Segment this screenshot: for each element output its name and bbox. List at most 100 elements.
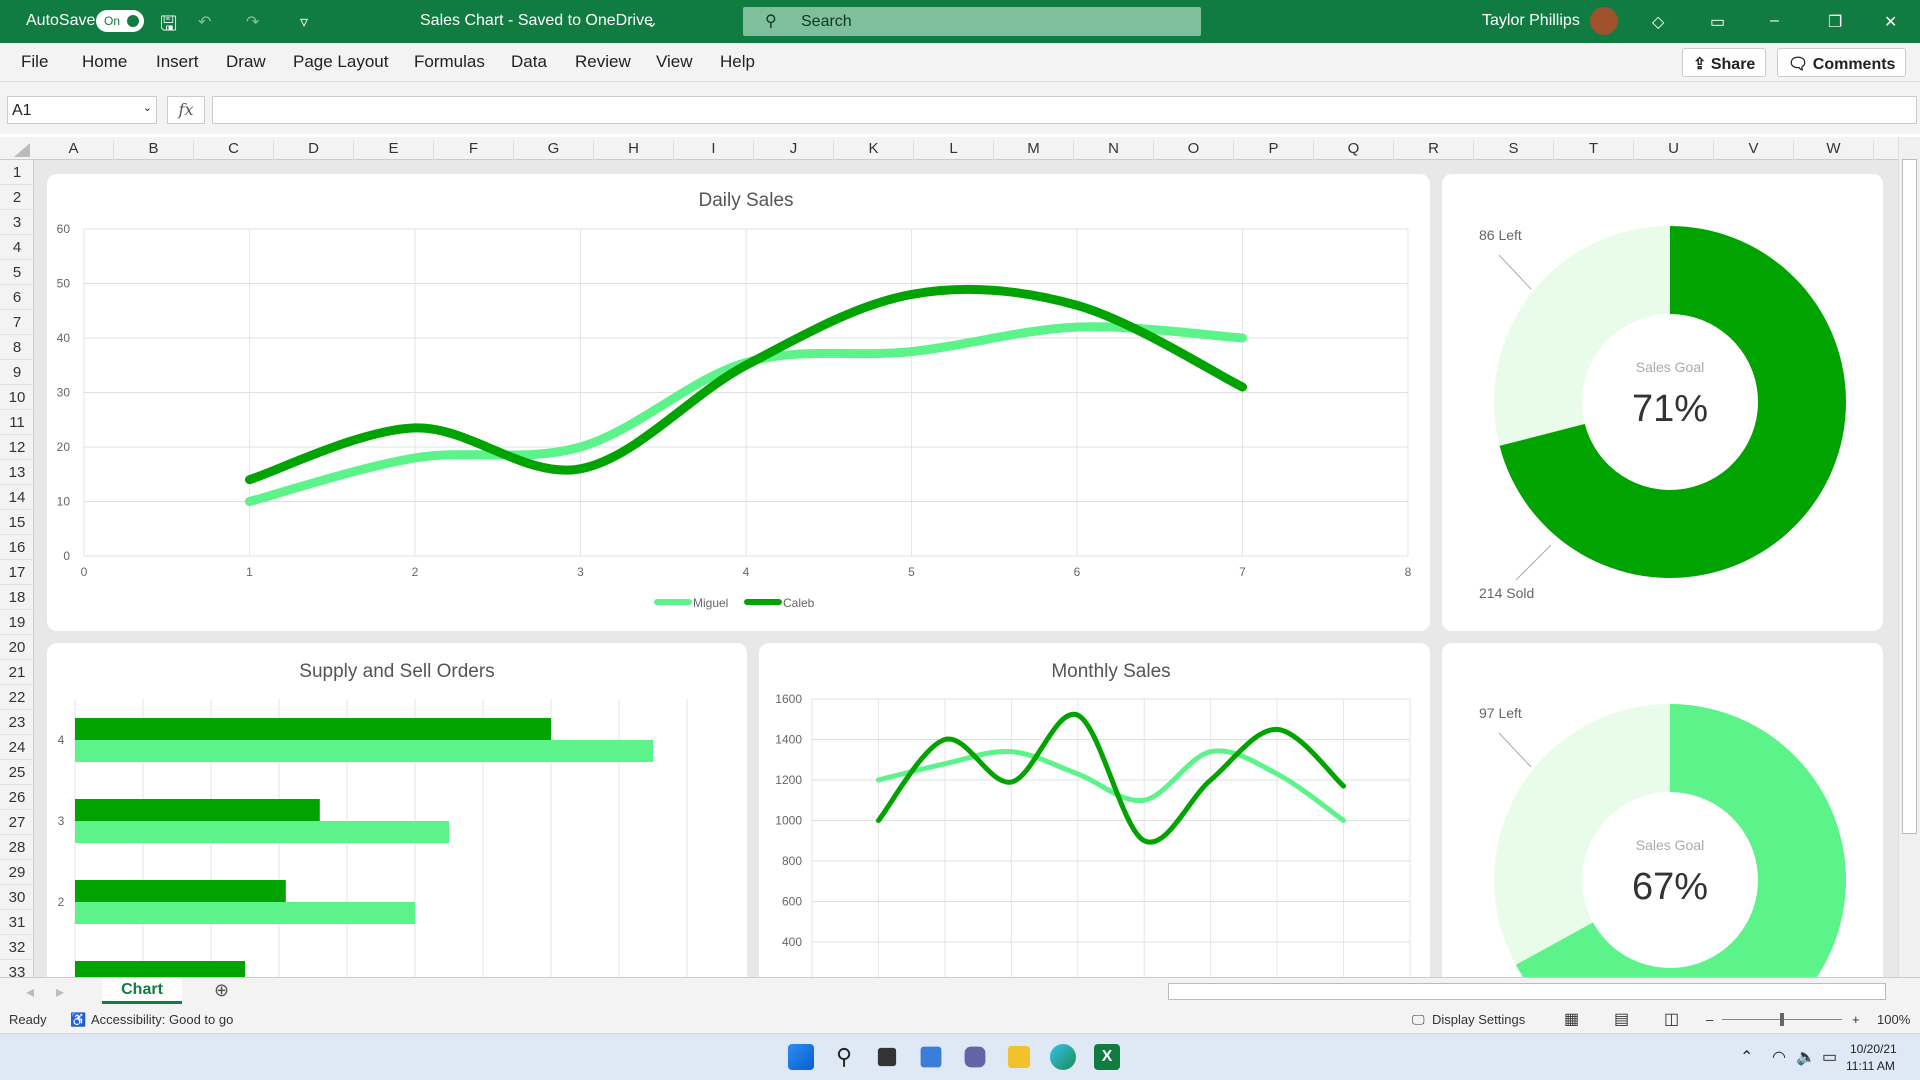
tab-formulas[interactable]: Formulas bbox=[414, 52, 485, 72]
tab-home[interactable]: Home bbox=[82, 52, 127, 72]
autosave-toggle[interactable]: On bbox=[96, 10, 144, 32]
row-header[interactable]: 6 bbox=[0, 285, 33, 310]
search-taskbar-icon[interactable]: ⚲ bbox=[831, 1044, 857, 1070]
row-header[interactable]: 13 bbox=[0, 460, 33, 485]
page-layout-view-icon[interactable]: ▤ bbox=[1614, 1009, 1629, 1029]
next-sheet-icon[interactable]: ▸ bbox=[56, 982, 64, 1002]
row-header[interactable]: 29 bbox=[0, 860, 33, 885]
row-header[interactable]: 22 bbox=[0, 685, 33, 710]
column-header[interactable]: E bbox=[354, 140, 434, 160]
title-chevron-down-icon[interactable]: ⌄ bbox=[645, 12, 658, 32]
column-header[interactable]: L bbox=[914, 140, 994, 160]
row-header[interactable]: 9 bbox=[0, 360, 33, 385]
row-header[interactable]: 32 bbox=[0, 935, 33, 960]
windows-start-icon[interactable] bbox=[788, 1044, 814, 1070]
row-header[interactable]: 8 bbox=[0, 335, 33, 360]
name-box[interactable]: A1 ⌄ bbox=[7, 96, 157, 124]
clock-time[interactable]: 11:11 AM bbox=[1846, 1059, 1895, 1073]
monthly-sales-chart[interactable]: Monthly Sales 400 600 800 1000 1200 1400 1600 bbox=[759, 643, 1430, 977]
redo-icon[interactable]: ↷ bbox=[246, 12, 259, 32]
vertical-scrollbar[interactable] bbox=[1898, 137, 1920, 977]
sheet-tab-chart[interactable]: Chart bbox=[102, 978, 182, 1004]
zoom-out-icon[interactable]: – bbox=[1706, 1012, 1713, 1027]
add-sheet-icon[interactable]: ⊕ bbox=[214, 980, 229, 1001]
teams-chat-icon[interactable] bbox=[964, 1046, 986, 1068]
wifi-icon[interactable]: ◠ bbox=[1772, 1047, 1786, 1067]
widgets-icon[interactable] bbox=[920, 1046, 942, 1068]
customize-toolbar-icon[interactable]: ▿ bbox=[300, 12, 308, 32]
column-header[interactable]: S bbox=[1474, 140, 1554, 160]
row-header[interactable]: 18 bbox=[0, 585, 33, 610]
column-header[interactable]: U bbox=[1634, 140, 1714, 160]
share-button[interactable]: ⇪ Share bbox=[1682, 48, 1767, 77]
column-header[interactable]: R bbox=[1394, 140, 1474, 160]
premium-diamond-icon[interactable]: ◇ bbox=[1652, 12, 1664, 32]
task-view-icon[interactable] bbox=[877, 1047, 897, 1067]
column-header[interactable]: I bbox=[674, 140, 754, 160]
row-header[interactable]: 24 bbox=[0, 735, 33, 760]
row-header[interactable]: 33 bbox=[0, 960, 33, 977]
column-header[interactable]: A bbox=[34, 140, 114, 160]
column-header[interactable]: V bbox=[1714, 140, 1794, 160]
close-icon[interactable]: ✕ bbox=[1884, 12, 1897, 32]
row-header[interactable]: 12 bbox=[0, 435, 33, 460]
file-explorer-icon[interactable] bbox=[1007, 1045, 1031, 1069]
column-header[interactable]: K bbox=[834, 140, 914, 160]
undo-icon[interactable]: ↶ bbox=[198, 12, 211, 32]
row-header[interactable]: 1 bbox=[0, 160, 33, 185]
tab-data[interactable]: Data bbox=[511, 52, 547, 72]
row-header[interactable]: 15 bbox=[0, 510, 33, 535]
row-header[interactable]: 10 bbox=[0, 385, 33, 410]
comments-button[interactable]: 🗨 Comments bbox=[1777, 48, 1907, 77]
row-header[interactable]: 30 bbox=[0, 885, 33, 910]
scroll-thumb[interactable] bbox=[1902, 159, 1917, 834]
clock-date[interactable]: 10/20/21 bbox=[1850, 1042, 1897, 1056]
row-header[interactable]: 28 bbox=[0, 835, 33, 860]
column-header[interactable]: H bbox=[594, 140, 674, 160]
supply-sell-orders-chart[interactable]: Supply and Sell Orders4321 bbox=[47, 643, 747, 977]
tab-draw[interactable]: Draw bbox=[226, 52, 266, 72]
column-header[interactable]: J bbox=[754, 140, 834, 160]
horizontal-scrollbar[interactable] bbox=[1168, 983, 1886, 1000]
column-header[interactable]: M bbox=[994, 140, 1074, 160]
row-header[interactable]: 27 bbox=[0, 810, 33, 835]
column-header[interactable]: O bbox=[1154, 140, 1234, 160]
row-header[interactable]: 5 bbox=[0, 260, 33, 285]
column-header[interactable]: G bbox=[514, 140, 594, 160]
row-header[interactable]: 4 bbox=[0, 235, 33, 260]
ribbon-display-icon[interactable]: ▭ bbox=[1710, 12, 1725, 32]
row-header[interactable]: 11 bbox=[0, 410, 33, 435]
tab-file[interactable]: File bbox=[21, 52, 48, 72]
daily-sales-chart[interactable]: Daily Sales 0 1 2 3 4 5 6 7 8 0 10 20 30 40 50 60 Miguel C… bbox=[47, 174, 1430, 631]
avatar[interactable] bbox=[1590, 7, 1618, 35]
column-header[interactable]: W bbox=[1794, 140, 1874, 160]
page-break-view-icon[interactable]: ◫ bbox=[1664, 1009, 1679, 1029]
edge-browser-icon[interactable] bbox=[1050, 1044, 1076, 1070]
column-header[interactable]: N bbox=[1074, 140, 1154, 160]
zoom-level[interactable]: 100% bbox=[1877, 1012, 1910, 1027]
user-name[interactable]: Taylor Phillips bbox=[1482, 12, 1580, 30]
tab-review[interactable]: Review bbox=[575, 52, 631, 72]
row-header[interactable]: 20 bbox=[0, 635, 33, 660]
sales-goal-donut-2[interactable]: 97 Left Sales Goal 67% bbox=[1442, 643, 1883, 977]
column-header[interactable]: Q bbox=[1314, 140, 1394, 160]
row-header[interactable]: 7 bbox=[0, 310, 33, 335]
document-title[interactable]: Sales Chart - Saved to OneDrive bbox=[420, 12, 653, 30]
row-header[interactable]: 3 bbox=[0, 210, 33, 235]
zoom-slider[interactable] bbox=[1722, 1013, 1842, 1026]
formula-input[interactable] bbox=[212, 96, 1917, 124]
row-header[interactable]: 2 bbox=[0, 185, 33, 210]
save-icon[interactable]: 🖫 bbox=[160, 9, 177, 43]
row-header[interactable]: 23 bbox=[0, 710, 33, 735]
tab-insert[interactable]: Insert bbox=[156, 52, 199, 72]
excel-taskbar-icon[interactable]: X bbox=[1094, 1044, 1120, 1070]
tab-view[interactable]: View bbox=[656, 52, 693, 72]
row-header[interactable]: 19 bbox=[0, 610, 33, 635]
prev-sheet-icon[interactable]: ◂ bbox=[26, 982, 34, 1002]
row-header[interactable]: 25 bbox=[0, 760, 33, 785]
row-header[interactable]: 16 bbox=[0, 535, 33, 560]
restore-icon[interactable]: ❐ bbox=[1828, 12, 1842, 32]
tab-help[interactable]: Help bbox=[720, 52, 755, 72]
zoom-in-icon[interactable]: + bbox=[1852, 1012, 1860, 1027]
row-header[interactable]: 31 bbox=[0, 910, 33, 935]
